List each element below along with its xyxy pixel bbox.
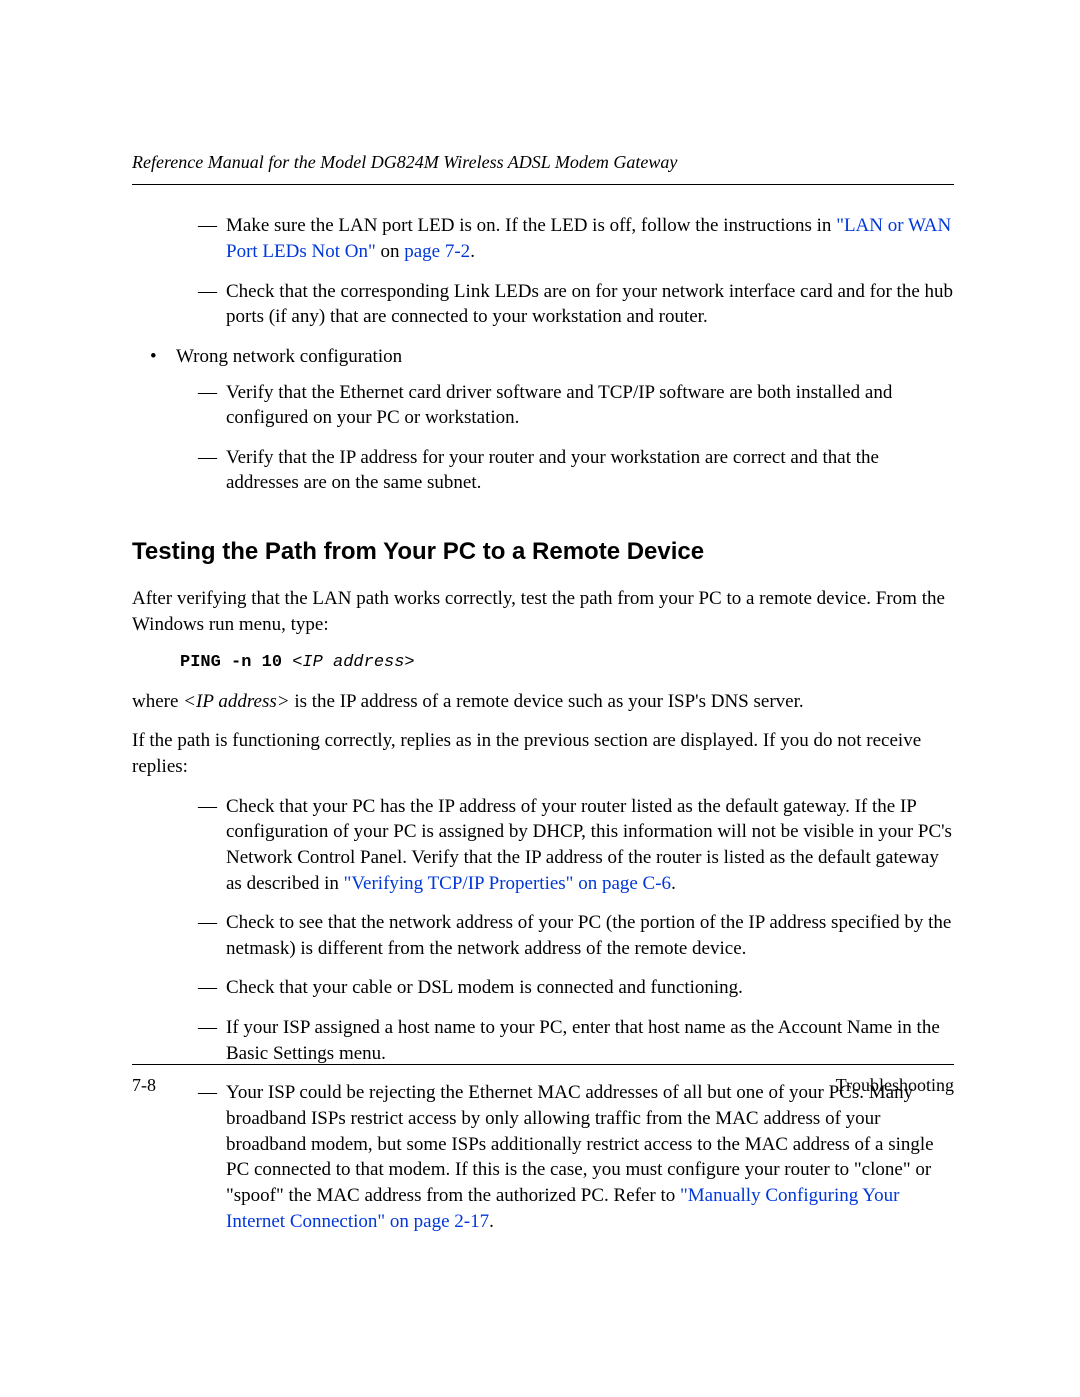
page-footer: 7-8 Troubleshooting [132,1064,954,1097]
list-item: Wrong network configuration Verify that … [132,344,954,496]
list-item: Your ISP could be rejecting the Ethernet… [132,1080,954,1234]
paragraph: After verifying that the LAN path works … [132,586,954,637]
text: on [376,241,405,262]
running-header: Reference Manual for the Model DG824M Wi… [132,150,954,185]
paragraph: where <IP address> is the IP address of … [132,689,954,715]
list-item: Check to see that the network address of… [132,910,954,961]
page-number: 7-8 [132,1073,156,1097]
list-item: Make sure the LAN port LED is on. If the… [132,213,954,264]
list-item: Verify that the IP address for your rout… [176,445,954,496]
text: . [470,241,475,262]
command-text: PING -n 10 [180,653,292,672]
page: Reference Manual for the Model DG824M Wi… [0,0,1080,1397]
text: . [489,1211,494,1232]
text: Wrong network configuration [176,346,402,367]
text: Make sure the LAN port LED is on. If the… [226,215,836,236]
section-heading: Testing the Path from Your PC to a Remot… [132,536,954,568]
text: is the IP address of a remote device suc… [290,691,804,712]
text: . [671,873,676,894]
bullet-list: Wrong network configuration Verify that … [132,344,954,496]
list-item: Check that your PC has the IP address of… [132,794,954,897]
reply-check-list: Check that your PC has the IP address of… [132,794,954,1235]
paragraph: If the path is functioning correctly, re… [132,728,954,779]
command-arg: <IP address> [292,653,414,672]
nested-dash-list: Verify that the Ethernet card driver sof… [176,380,954,497]
list-item: If your ISP assigned a host name to your… [132,1015,954,1066]
footer-section-name: Troubleshooting [836,1073,954,1097]
list-item: Verify that the Ethernet card driver sof… [176,380,954,431]
text: where [132,691,183,712]
list-item: Check that your cable or DSL modem is co… [132,975,954,1001]
list-item: Check that the corresponding Link LEDs a… [132,279,954,330]
continued-dash-list: Make sure the LAN port LED is on. If the… [132,213,954,330]
command-line: PING -n 10 <IP address> [180,652,954,675]
xref-link-page-7-2[interactable]: page 7-2 [404,241,470,262]
xref-link-tcpip-properties[interactable]: "Verifying TCP/IP Properties" on page C-… [344,873,671,894]
italic-text: <IP address> [183,691,289,712]
